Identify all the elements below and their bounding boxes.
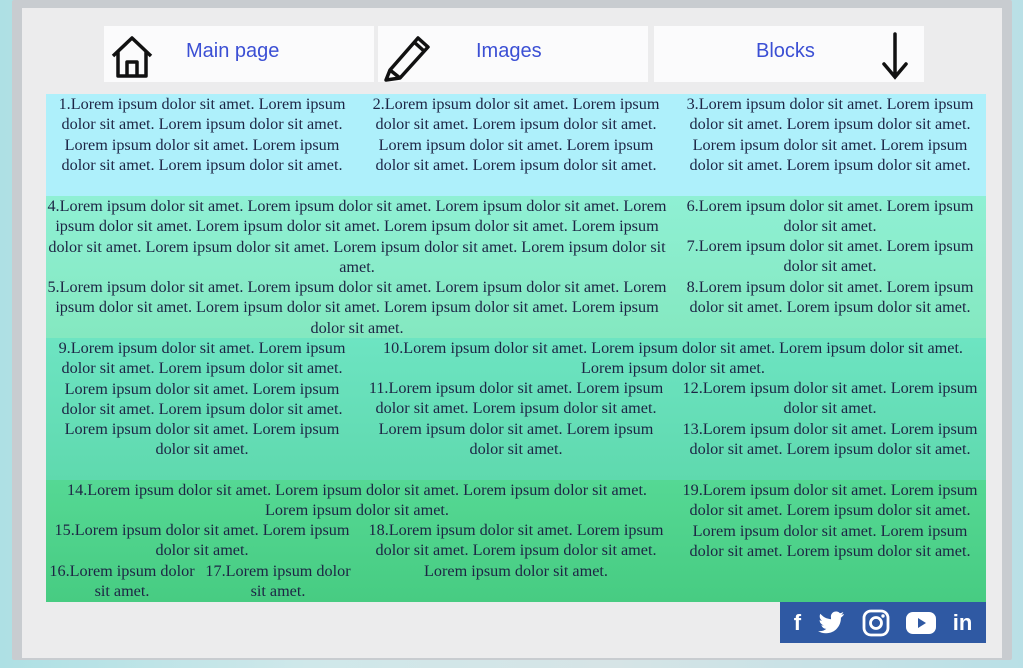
block-16: 16.Lorem ipsum dolor sit amet.	[49, 562, 195, 601]
block-1: 1.Lorem ipsum dolor sit amet. Lorem ipsu…	[58, 95, 346, 174]
block-15: 15.Lorem ipsum dolor sit amet. Lorem ips…	[54, 521, 350, 560]
block-12: 12.Lorem ipsum dolor sit amet. Lorem ips…	[682, 379, 978, 418]
linkedin-icon[interactable]: in	[953, 610, 973, 636]
block-8: 8.Lorem ipsum dolor sit amet. Lorem ipsu…	[686, 278, 974, 317]
block-7: 7.Lorem ipsum dolor sit amet. Lorem ipsu…	[686, 237, 974, 276]
block-6: 6.Lorem ipsum dolor sit amet. Lorem ipsu…	[686, 197, 974, 236]
arrow-down-icon	[882, 32, 908, 80]
home-icon	[111, 36, 153, 78]
block-18: 18.Lorem ipsum dolor sit amet. Lorem ips…	[368, 521, 664, 580]
block-5: 5.Lorem ipsum dolor sit amet. Lorem ipsu…	[47, 278, 667, 337]
nav-images[interactable]: Images	[378, 26, 648, 82]
youtube-icon[interactable]	[905, 611, 937, 635]
block-10: 10.Lorem ipsum dolor sit amet. Lorem ips…	[383, 339, 963, 378]
nav-main-page[interactable]: Main page	[104, 26, 374, 82]
nav-images-label: Images	[476, 40, 542, 62]
facebook-icon[interactable]: f	[794, 610, 801, 636]
block-14: 14.Lorem ipsum dolor sit amet. Lorem ips…	[67, 481, 647, 520]
twitter-icon[interactable]	[816, 610, 846, 636]
block-11: 11.Lorem ipsum dolor sit amet. Lorem ips…	[368, 379, 664, 458]
block-3: 3.Lorem ipsum dolor sit amet. Lorem ipsu…	[686, 95, 974, 174]
block-17: 17.Lorem ipsum dolor sit amet.	[205, 562, 351, 601]
nav-blocks[interactable]: Blocks	[654, 26, 924, 82]
nav-main-page-label: Main page	[186, 40, 280, 62]
block-2: 2.Lorem ipsum dolor sit amet. Lorem ipsu…	[372, 95, 660, 174]
page: Main page Images Blocks 1.Lorem ipsum do…	[22, 8, 1002, 658]
block-9: 9.Lorem ipsum dolor sit amet. Lorem ipsu…	[58, 339, 346, 459]
block-13: 13.Lorem ipsum dolor sit amet. Lorem ips…	[682, 420, 978, 459]
pencil-icon	[384, 36, 430, 82]
nav-blocks-label: Blocks	[756, 40, 815, 62]
social-bar: f in	[780, 602, 986, 643]
block-19: 19.Lorem ipsum dolor sit amet. Lorem ips…	[682, 481, 978, 560]
instagram-icon[interactable]	[862, 609, 890, 637]
block-4: 4.Lorem ipsum dolor sit amet. Lorem ipsu…	[47, 197, 667, 276]
